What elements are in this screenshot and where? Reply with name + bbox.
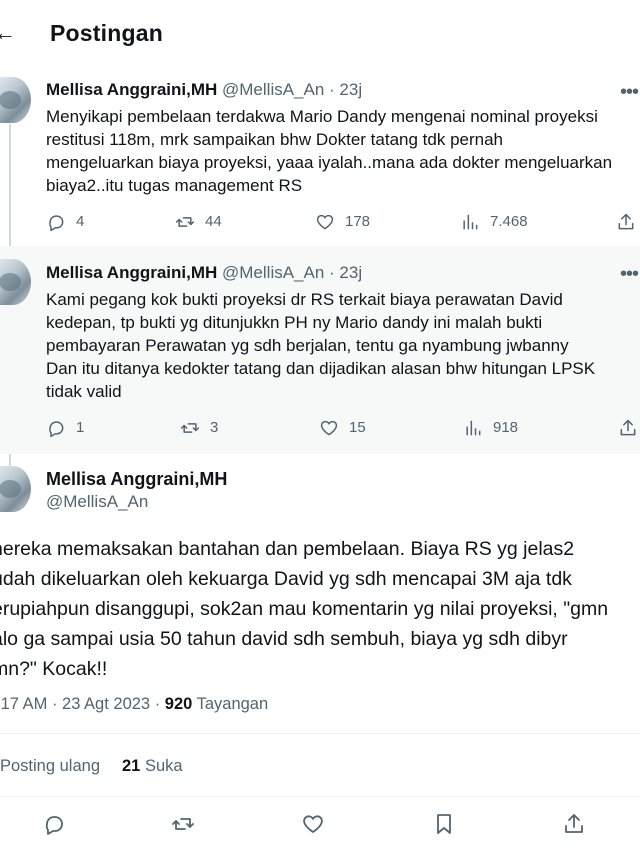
author-handle-time[interactable]: @MellisA_An · 23j — [222, 80, 362, 99]
tweet-author: Mellisa Anggraini,MH @MellisA_An · 23j — [46, 262, 362, 284]
like-button[interactable] — [301, 812, 325, 841]
tweet-text: Kami pegang kok bukti proyeksi dr RS ter… — [46, 288, 595, 403]
text-line: Kami pegang kok bukti proyeksi dr RS ter… — [46, 290, 563, 309]
text-line: alo ga sampai usia 50 tahun david sdh se… — [0, 628, 568, 650]
author-name[interactable]: Mellisa Anggraini,MH — [46, 468, 227, 490]
text-line: Menyikapi pembelaan terdakwa Mario Dandy… — [46, 107, 598, 126]
more-icon[interactable]: ••• — [620, 82, 639, 102]
views-count: 7.468 — [490, 213, 528, 230]
views-label: Tayangan — [192, 695, 269, 713]
repost-button[interactable]: 3 — [180, 418, 218, 438]
like-button[interactable]: 15 — [319, 418, 366, 438]
avatar[interactable] — [0, 466, 31, 512]
likes-total: 21 — [122, 757, 141, 775]
main-tweet-text: nereka memaksakan bantahan dan pembelaan… — [0, 534, 608, 684]
text-line: kedepan, tp bukti yg ditunjukkn PH ny Ma… — [46, 313, 543, 332]
share-button[interactable] — [618, 418, 638, 438]
author-name[interactable]: Mellisa Anggraini,MH — [46, 263, 217, 282]
reply-count: 1 — [76, 419, 85, 436]
reply-icon — [45, 816, 63, 835]
text-line: mn?" Kocak!! — [0, 658, 108, 680]
views-count: 918 — [493, 419, 519, 436]
share-button[interactable] — [562, 812, 586, 841]
like-icon — [316, 214, 334, 230]
repost-icon — [172, 818, 194, 830]
likes-stat[interactable]: 21 Suka — [122, 755, 183, 777]
back-arrow-icon[interactable]: ← — [0, 20, 16, 46]
likes-label: Suka — [140, 757, 183, 775]
repost-count: 44 — [205, 213, 222, 230]
reply-button[interactable]: 4 — [46, 212, 84, 232]
like-count: 15 — [349, 419, 366, 436]
text-line: mengeluarkan biaya proyeksi, yaaa iyalah… — [46, 153, 613, 172]
text-line: nereka memaksakan bantahan dan pembelaan… — [0, 538, 575, 560]
views-total: 920 — [164, 695, 193, 713]
like-button[interactable]: 178 — [315, 212, 370, 232]
text-line: Dan itu ditanya kedokter tatang dan dija… — [46, 359, 596, 378]
page-title: Postingan — [50, 20, 163, 46]
views-button[interactable]: 918 — [463, 418, 518, 438]
repost-button[interactable]: 44 — [175, 212, 222, 232]
repost-count: 3 — [210, 419, 219, 436]
bookmark-icon — [437, 814, 451, 834]
thread-connector — [9, 124, 11, 254]
share-icon — [620, 419, 636, 436]
views-button[interactable]: 7.468 — [460, 212, 528, 232]
author-handle[interactable]: @MellisA_An — [46, 491, 148, 513]
reply-icon — [49, 215, 64, 232]
reply-icon — [49, 421, 64, 438]
share-icon — [618, 213, 634, 230]
text-line: erupiahpun disanggupi, sok2an mau koment… — [0, 598, 609, 620]
like-count: 178 — [345, 213, 371, 230]
timestamp[interactable]: .17 AM · 23 Agt 2023 · — [0, 695, 165, 713]
text-line: biaya2..itu tugas management RS — [46, 176, 303, 195]
author-handle-time[interactable]: @MellisA_An · 23j — [222, 263, 362, 282]
views-icon — [463, 214, 478, 230]
reply-count: 4 — [76, 213, 85, 230]
bookmark-button[interactable] — [432, 812, 456, 841]
like-icon — [303, 815, 323, 833]
share-icon — [565, 814, 583, 833]
like-icon — [320, 420, 338, 436]
reposts-label: Posting ulang — [0, 757, 100, 775]
tweet-author: Mellisa Anggraini,MH @MellisA_An · 23j — [46, 79, 362, 101]
text-line: pembayaran Perawatan yg sdh berjalan, te… — [46, 336, 569, 355]
divider — [0, 733, 640, 734]
views-icon — [466, 420, 481, 436]
repost-button[interactable] — [171, 812, 195, 841]
reposts-stat[interactable]: Posting ulang — [0, 755, 100, 777]
author-name[interactable]: Mellisa Anggraini,MH — [46, 80, 217, 99]
reply-button[interactable] — [42, 812, 66, 841]
timestamp-line: .17 AM · 23 Agt 2023 · 920 Tayangan — [0, 693, 268, 715]
text-line: tidak valid — [46, 382, 122, 401]
repost-icon — [180, 423, 200, 433]
divider — [0, 796, 640, 797]
reply-button[interactable]: 1 — [46, 418, 84, 438]
tweet-text: Menyikapi pembelaan terdakwa Mario Dandy… — [46, 105, 612, 197]
text-line: udah dikeluarkan oleh kekuarga David yg … — [0, 568, 572, 590]
repost-icon — [175, 217, 195, 227]
more-icon[interactable]: ••• — [620, 264, 639, 284]
text-line: restitusi 118m, mrk sampaikan bhw Dokter… — [46, 130, 504, 149]
avatar[interactable] — [0, 77, 31, 123]
share-button[interactable] — [616, 212, 636, 232]
